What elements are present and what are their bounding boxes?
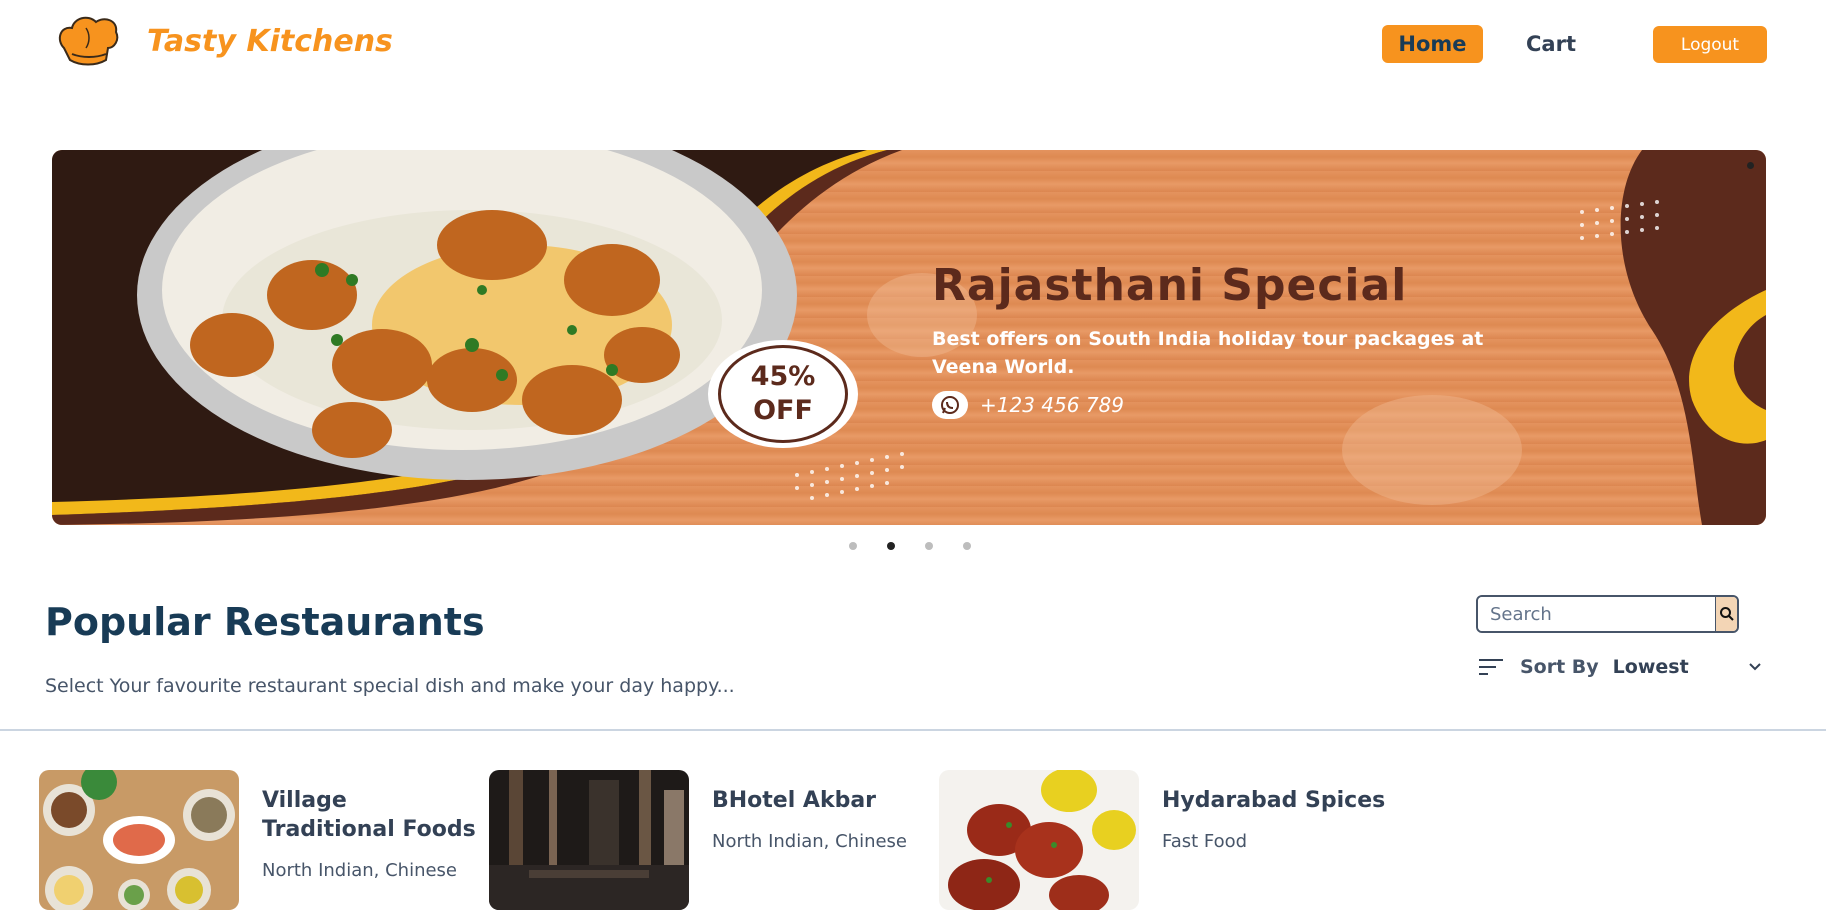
section-divider <box>0 729 1826 731</box>
section-title: Popular Restaurants <box>45 600 485 644</box>
whatsapp-icon <box>932 391 968 419</box>
search-input[interactable] <box>1478 597 1715 631</box>
carousel-dot-3[interactable] <box>925 542 933 550</box>
sort-label: Sort By <box>1520 656 1599 678</box>
carousel-dot-2[interactable] <box>887 542 895 550</box>
restaurant-name[interactable]: Hydarabad Spices <box>1162 786 1385 815</box>
sort-selected-value[interactable]: Lowest <box>1613 656 1748 678</box>
banner-title: Rajasthani Special <box>932 260 1408 311</box>
search-bar <box>1476 595 1739 633</box>
restaurant-info: Hydarabad Spices Fast Food <box>1162 770 1385 898</box>
sort-by-dropdown[interactable]: Sort By Lowest <box>1478 652 1768 682</box>
navbar: Tasty Kitchens Home Cart Logout <box>0 0 1826 90</box>
restaurant-image[interactable] <box>39 770 239 910</box>
discount-percent: 45% <box>750 361 816 392</box>
chef-hat-logo-icon[interactable] <box>56 14 122 70</box>
restaurant-name[interactable]: Village Traditional Foods <box>262 786 482 844</box>
restaurant-image[interactable] <box>939 770 1139 910</box>
discount-label: OFF <box>753 395 813 426</box>
offer-carousel-slide[interactable]: 45% OFF Rajasthani Special Best offers o… <box>52 150 1766 525</box>
restaurant-info: BHotel Akbar North Indian, Chinese <box>712 770 907 898</box>
discount-badge: 45% OFF <box>708 340 858 448</box>
banner-phone-number: +123 456 789 <box>980 393 1124 417</box>
banner-contact: +123 456 789 <box>932 390 1124 420</box>
restaurant-card[interactable]: Hydarabad Spices Fast Food <box>939 770 1385 910</box>
nav-cart-link[interactable]: Cart <box>1526 25 1576 63</box>
search-button[interactable] <box>1715 597 1737 631</box>
sort-icon <box>1479 659 1503 675</box>
carousel-dot-1[interactable] <box>849 542 857 550</box>
restaurant-name[interactable]: BHotel Akbar <box>712 786 907 815</box>
nav-home-button[interactable]: Home <box>1382 25 1483 63</box>
section-subtitle: Select Your favourite restaurant special… <box>45 675 735 697</box>
search-icon <box>1719 607 1734 621</box>
carousel-dot-4[interactable] <box>963 542 971 550</box>
logout-button[interactable]: Logout <box>1653 26 1767 63</box>
restaurant-card[interactable]: BHotel Akbar North Indian, Chinese <box>489 770 907 910</box>
banner-description: Best offers on South India holiday tour … <box>932 328 1484 378</box>
restaurant-cuisine: Fast Food <box>1162 831 1248 852</box>
chevron-down-icon[interactable] <box>1748 662 1762 672</box>
restaurant-info: Village Traditional Foods North Indian, … <box>262 770 482 898</box>
carousel-dots <box>849 542 971 550</box>
restaurant-cuisine: North Indian, Chinese <box>712 831 908 852</box>
restaurant-cuisine: North Indian, Chinese <box>262 860 458 881</box>
restaurant-card[interactable]: Village Traditional Foods North Indian, … <box>39 770 482 910</box>
restaurant-image[interactable] <box>489 770 689 910</box>
banner-corner-dot <box>1747 162 1754 169</box>
brand-name[interactable]: Tasty Kitchens <box>147 24 393 59</box>
